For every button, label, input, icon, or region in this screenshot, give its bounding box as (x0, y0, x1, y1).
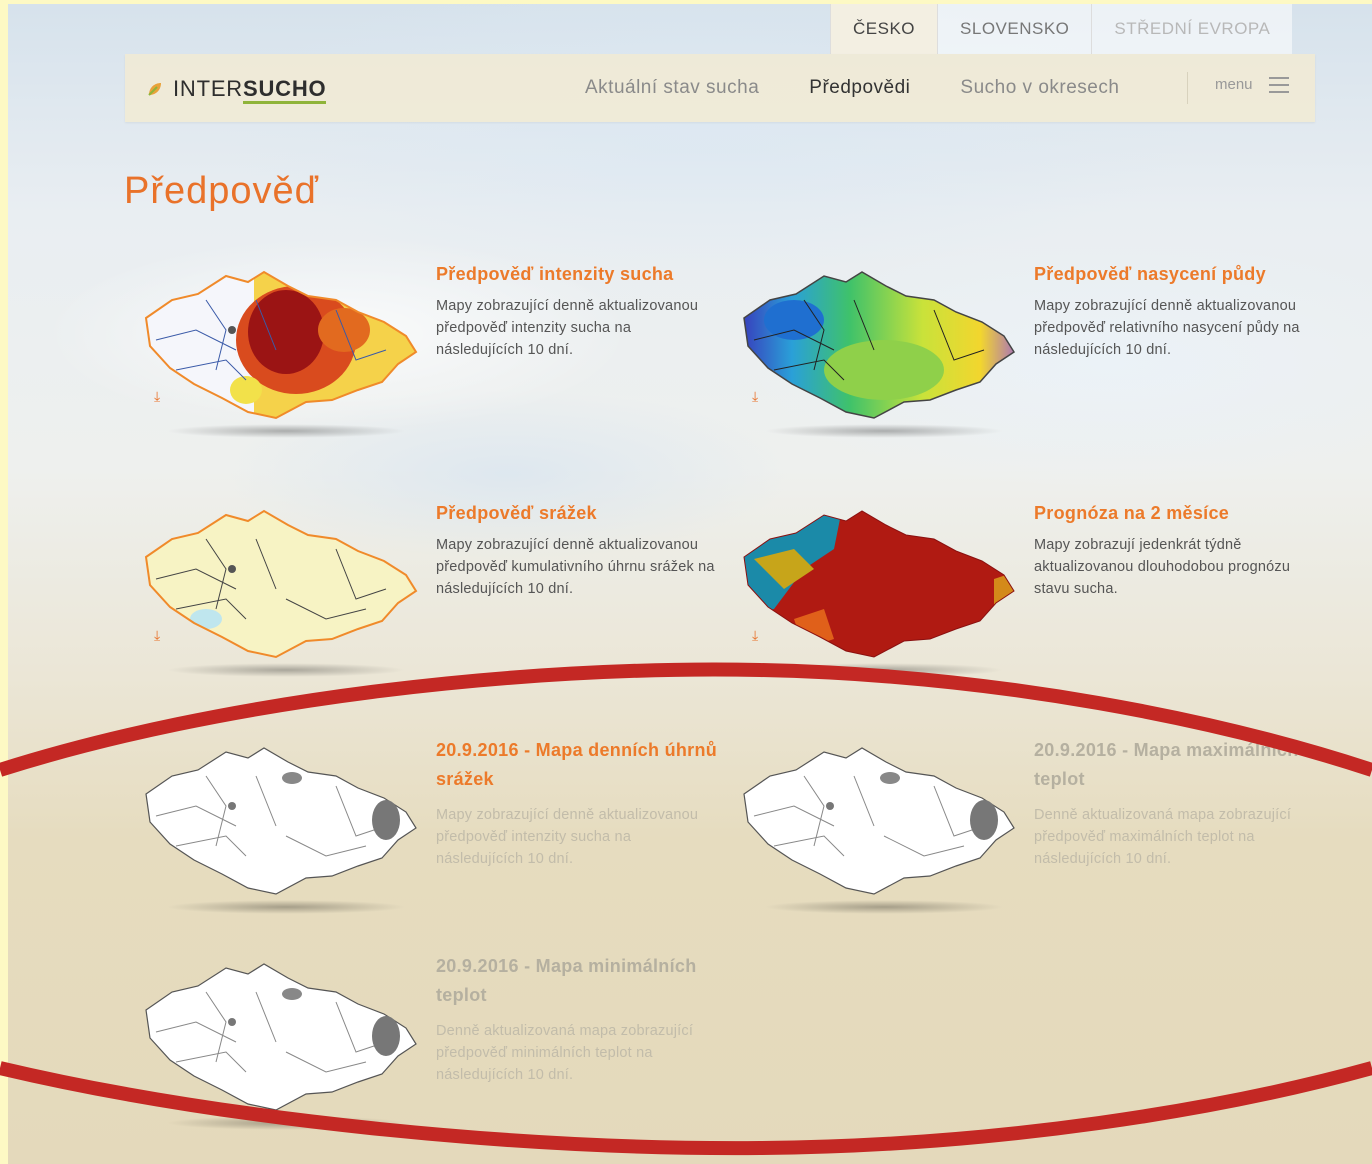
download-icon[interactable]: ⤓ (752, 388, 758, 405)
card-prognoza-2-mesice[interactable]: ⤓ Prognóza na 2 měsíce Mapy zobrazují je… (734, 499, 1334, 679)
download-icon[interactable]: ⤓ (154, 388, 160, 405)
card-title[interactable]: 20.9.2016 - Mapa maximálních teplot (1034, 736, 1324, 794)
card-mapa-dennich-uhrnu-srazek[interactable]: 20.9.2016 - Mapa denních úhrnů srážek Ma… (136, 736, 736, 916)
download-icon[interactable]: ⤓ (752, 627, 758, 644)
map-shadow (166, 1116, 406, 1130)
map-shadow (764, 663, 1004, 677)
map-thumbnail[interactable] (136, 736, 426, 914)
card-description: Mapy zobrazují jedenkrát týdně aktualizo… (1034, 537, 1291, 597)
map-thumbnail[interactable]: ⤓ (136, 499, 426, 677)
download-icon[interactable]: ⤓ (154, 627, 160, 644)
tab-slovensko[interactable]: SLOVENSKO (937, 4, 1092, 54)
card-mapa-minimalnich-teplot[interactable]: 20.9.2016 - Mapa minimálních teplot Denn… (136, 952, 736, 1132)
logo-text: INTERSUCHO (173, 76, 327, 104)
map-shadow (764, 424, 1004, 438)
card-description: Denně aktualizovaná mapa zobrazující pře… (1034, 807, 1292, 867)
card-title[interactable]: Předpověď nasycení půdy (1034, 260, 1324, 289)
card-title[interactable]: Předpověď intenzity sucha (436, 260, 726, 289)
logo-prefix: INTER (173, 76, 243, 101)
menu-label: menu (1215, 76, 1253, 93)
card-predpoved-srazek[interactable]: ⤓ Předpověď srážek Mapy zobrazující denn… (136, 499, 736, 679)
card-title[interactable]: 20.9.2016 - Mapa denních úhrnů srážek (436, 736, 726, 794)
card-intenzita-sucha[interactable]: ⤓ Předpověď intenzity sucha Mapy zobrazu… (136, 260, 736, 440)
hamburger-icon (1268, 76, 1289, 93)
map-shadow (166, 424, 406, 438)
card-title[interactable]: 20.9.2016 - Mapa minimálních teplot (436, 952, 726, 1010)
map-saturation (743, 271, 1016, 419)
leaf-icon (148, 83, 161, 96)
card-mapa-maximalnich-teplot[interactable]: 20.9.2016 - Mapa maximálních teplot Denn… (734, 736, 1334, 916)
card-description: Mapy zobrazující denně aktualizovanou př… (436, 298, 699, 358)
card-title[interactable]: Předpověď srážek (436, 499, 726, 528)
map-blank (145, 963, 417, 1111)
nav-sucho-v-okresech[interactable]: Sucho v okresech (960, 77, 1119, 99)
card-nasyceni-pudy[interactable]: ⤓ Předpověď nasycení půdy Mapy zobrazují… (734, 260, 1334, 440)
card-title[interactable]: Prognóza na 2 měsíce (1034, 499, 1324, 528)
nav-divider (1187, 72, 1188, 104)
map-blank (145, 747, 417, 895)
map-thumbnail[interactable] (734, 736, 1024, 914)
page: ČESKO SLOVENSKO STŘEDNÍ EVROPA INTERSUCH… (8, 4, 1372, 1164)
map-thumbnail[interactable] (136, 952, 426, 1130)
map-thumbnail[interactable]: ⤓ (734, 499, 1024, 677)
menu-button[interactable]: menu (1215, 76, 1289, 93)
logo-bold: SUCHO (243, 76, 327, 104)
map-prognosis (743, 510, 1015, 658)
nav-aktualni-stav-sucha[interactable]: Aktuální stav sucha (585, 77, 759, 99)
page-title: Předpověď (124, 170, 320, 212)
navbar: INTERSUCHO Aktuální stav sucha Předpověd… (125, 54, 1315, 122)
tab-stredni-evropa[interactable]: STŘEDNÍ EVROPA (1091, 4, 1293, 54)
card-description: Mapy zobrazující denně aktualizovanou př… (1034, 298, 1300, 358)
map-shadow (166, 663, 406, 677)
map-precipitation (144, 509, 418, 659)
tab-cesko[interactable]: ČESKO (830, 4, 938, 54)
map-thumbnail[interactable]: ⤓ (734, 260, 1024, 438)
map-shadow (764, 900, 1004, 914)
main-nav: Aktuální stav sucha Předpovědi Sucho v o… (585, 54, 1169, 122)
card-description: Denně aktualizovaná mapa zobrazující pře… (436, 1023, 694, 1083)
map-thumbnail[interactable]: ⤓ (136, 260, 426, 438)
map-intensity (144, 270, 418, 420)
card-description: Mapy zobrazující denně aktualizovanou př… (436, 807, 699, 867)
map-shadow (166, 900, 406, 914)
logo[interactable]: INTERSUCHO (147, 76, 327, 104)
nav-predpovedi[interactable]: Předpovědi (809, 77, 910, 99)
card-description: Mapy zobrazující denně aktualizovanou př… (436, 537, 715, 597)
region-tabs: ČESKO SLOVENSKO STŘEDNÍ EVROPA (830, 4, 1293, 54)
map-blank (743, 747, 1015, 895)
